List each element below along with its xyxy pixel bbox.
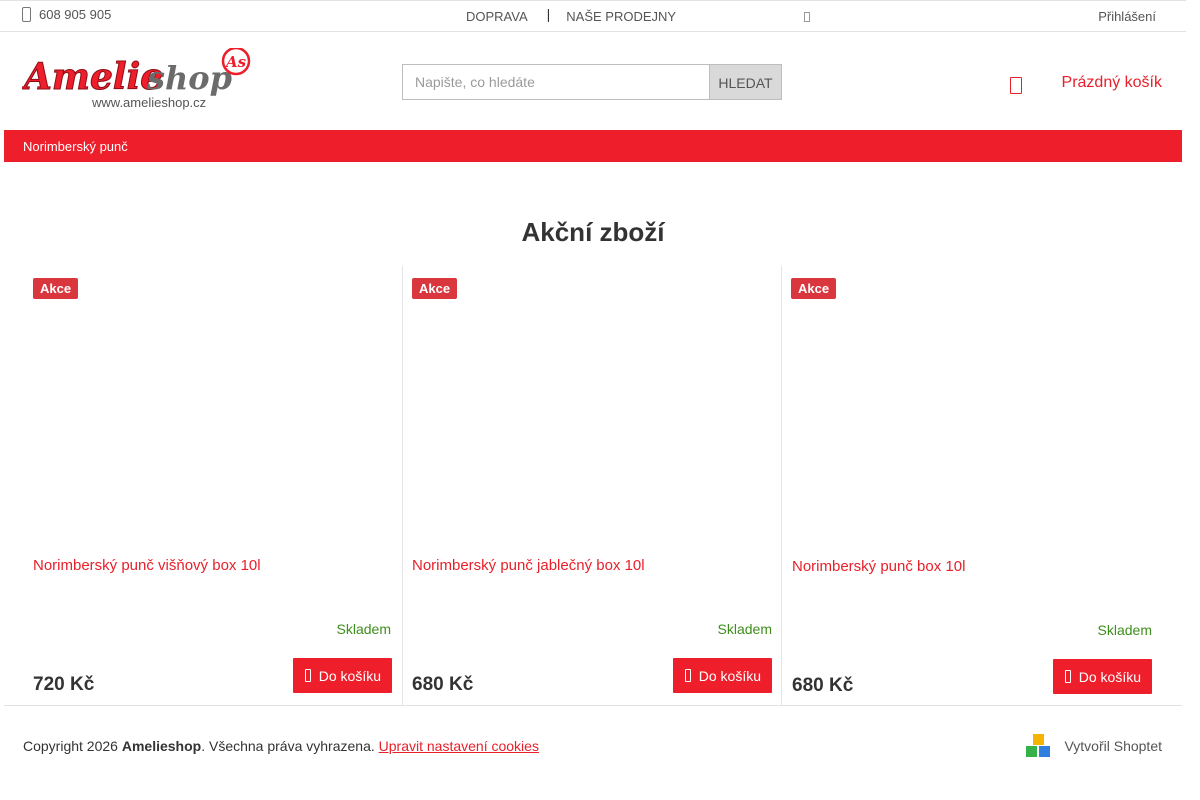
footer-divider: [4, 705, 1182, 706]
add-to-cart-button[interactable]: Do košíku: [292, 658, 392, 693]
shoptet-logo-square: [1033, 734, 1045, 745]
product-card: Akce Norimberský punč višňový box 10l Sk…: [24, 266, 403, 706]
sale-badge: Akce: [791, 278, 837, 299]
copyright-rights: . Všechna práva vyhrazena.: [201, 738, 379, 754]
add-to-cart-button[interactable]: Do košíku: [1052, 659, 1152, 694]
cart-label: Prázdný košík: [1061, 74, 1162, 91]
search-button[interactable]: HLEDAT: [709, 64, 782, 100]
shoptet-logo-square: [1026, 746, 1038, 757]
add-to-cart-label: Do košíku: [318, 667, 381, 684]
logo-mark-text: As: [224, 53, 247, 71]
product-card: Akce Norimberský punč box 10l Skladem 68…: [782, 266, 1161, 706]
cart-icon: [304, 669, 311, 682]
shoptet-logo-icon: [1026, 734, 1051, 758]
logo-url: www.amelieshop.cz: [91, 95, 206, 110]
product-card: Akce Norimberský punč jablečný box 10l S…: [403, 266, 782, 706]
main-nav: Norimberský punč: [4, 130, 1182, 162]
top-bar: 608 905 905 DOPRAVA | NAŠE PRODEJNY Přih…: [0, 0, 1186, 32]
phone-icon: [22, 7, 31, 22]
nav-item-norimbersky-punc[interactable]: Norimberský punč: [23, 139, 128, 154]
sale-badge: Akce: [412, 278, 458, 299]
product-price: 680 Kč: [412, 674, 474, 695]
product-list: Akce Norimberský punč višňový box 10l Sk…: [24, 266, 1161, 706]
cart-icon: [684, 669, 691, 682]
top-nav-doprava[interactable]: DOPRAVA: [466, 9, 528, 24]
logo-wordmark-shop: shop: [146, 59, 232, 97]
product-name-link[interactable]: Norimberský punč jablečný box 10l: [412, 557, 645, 574]
stock-status: Skladem: [717, 621, 772, 637]
add-to-cart-label: Do košíku: [698, 667, 761, 684]
product-price: 680 Kč: [792, 675, 854, 696]
copyright-prefix: Copyright 2026: [23, 738, 122, 754]
shoptet-credit[interactable]: Vytvořil Shoptet: [1026, 734, 1162, 758]
product-name-link[interactable]: Norimberský punč višňový box 10l: [33, 557, 261, 574]
login-link[interactable]: Přihlášení: [1098, 9, 1156, 24]
stock-status: Skladem: [336, 621, 391, 637]
shoptet-logo-square: [1039, 746, 1051, 757]
sale-badge: Akce: [33, 278, 79, 299]
top-nav: DOPRAVA | NAŠE PRODEJNY: [466, 6, 676, 24]
search-input[interactable]: [402, 64, 709, 100]
add-to-cart-button[interactable]: Do košíku: [672, 658, 772, 693]
logo-wordmark-amelie: Amelie: [22, 56, 163, 98]
cart-icon: [1009, 77, 1022, 94]
copyright-brand: Amelieshop: [121, 738, 202, 754]
shoptet-label: Vytvořil Shoptet: [1064, 738, 1162, 754]
site-logo[interactable]: Amelie shop As www.amelieshop.cz: [21, 46, 254, 112]
phone-contact[interactable]: 608 905 905: [22, 7, 111, 22]
logo-image: Amelie shop As www.amelieshop.cz: [21, 46, 251, 110]
add-to-cart-label: Do košíku: [1078, 668, 1141, 685]
cookie-settings-link[interactable]: Upravit nastavení cookies: [379, 738, 539, 754]
cart-icon: [1064, 670, 1071, 683]
search-bar: HLEDAT: [402, 64, 782, 100]
top-nav-prodejny[interactable]: NAŠE PRODEJNY: [566, 9, 676, 24]
stock-status: Skladem: [1097, 622, 1152, 638]
top-nav-separator: |: [546, 6, 551, 22]
copyright: Copyright 2026 Amelieshop. Všechna práva…: [23, 738, 539, 754]
page-title: Akční zboží: [521, 217, 665, 247]
product-price: 720 Kč: [33, 674, 95, 695]
phone-number: 608 905 905: [39, 7, 112, 22]
product-name-link[interactable]: Norimberský punč box 10l: [792, 558, 965, 575]
small-icon: [804, 12, 810, 22]
cart[interactable]: Prázdný košík: [1009, 72, 1162, 94]
